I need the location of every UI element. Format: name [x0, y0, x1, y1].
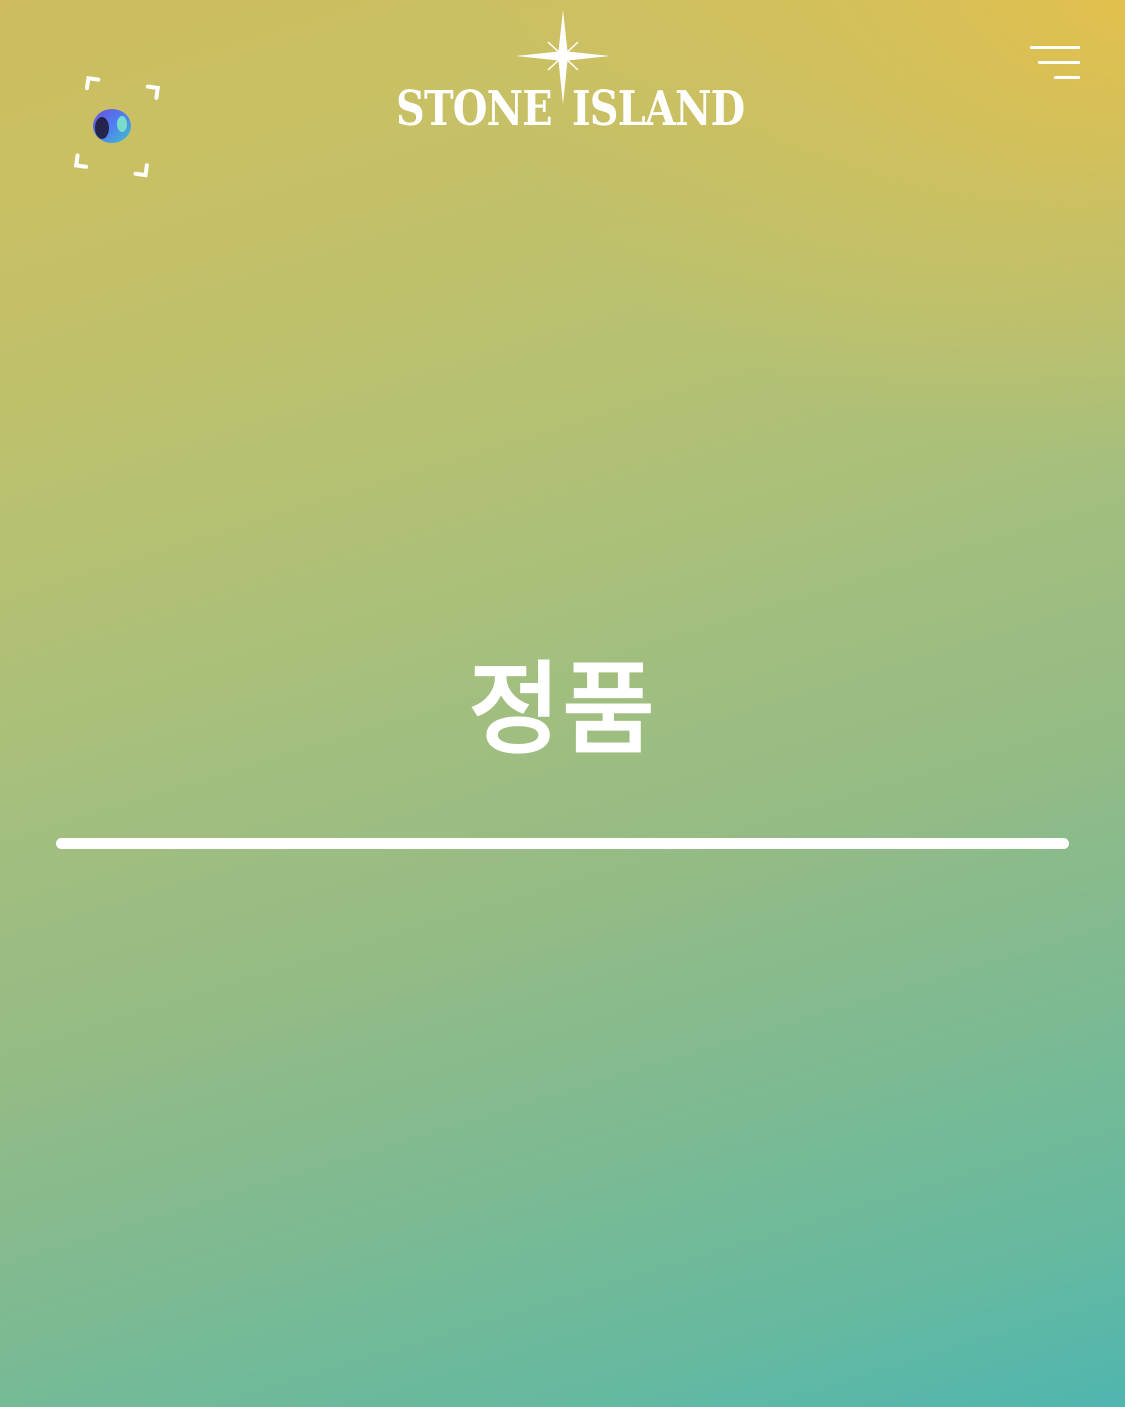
brand-wordmark: STONE ISLAND [396, 80, 745, 138]
ar-camera-icon [73, 75, 160, 178]
menu-line-middle [1038, 61, 1080, 64]
page-title: 정품 [468, 651, 657, 768]
brand-word-island: ISLAND [572, 81, 745, 137]
ar-view-button[interactable] [60, 74, 164, 178]
menu-button[interactable] [1024, 40, 1086, 86]
menu-line-bottom [1054, 76, 1080, 79]
title-divider [56, 838, 1069, 849]
brand-word-stone: STONE [396, 81, 553, 137]
stone-island-logo[interactable]: STONE ISLAND [396, 8, 745, 137]
menu-line-top [1030, 46, 1080, 49]
